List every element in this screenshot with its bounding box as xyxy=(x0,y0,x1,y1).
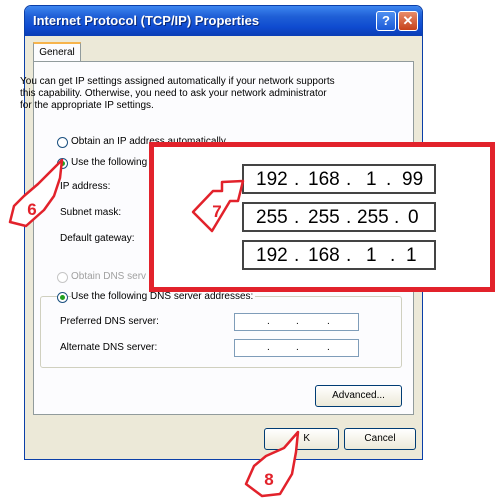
step-7-badge: 7 xyxy=(212,202,222,221)
step-markers xyxy=(8,158,300,498)
step-8-badge: 8 xyxy=(264,470,274,489)
step-6-badge: 6 xyxy=(27,200,37,219)
